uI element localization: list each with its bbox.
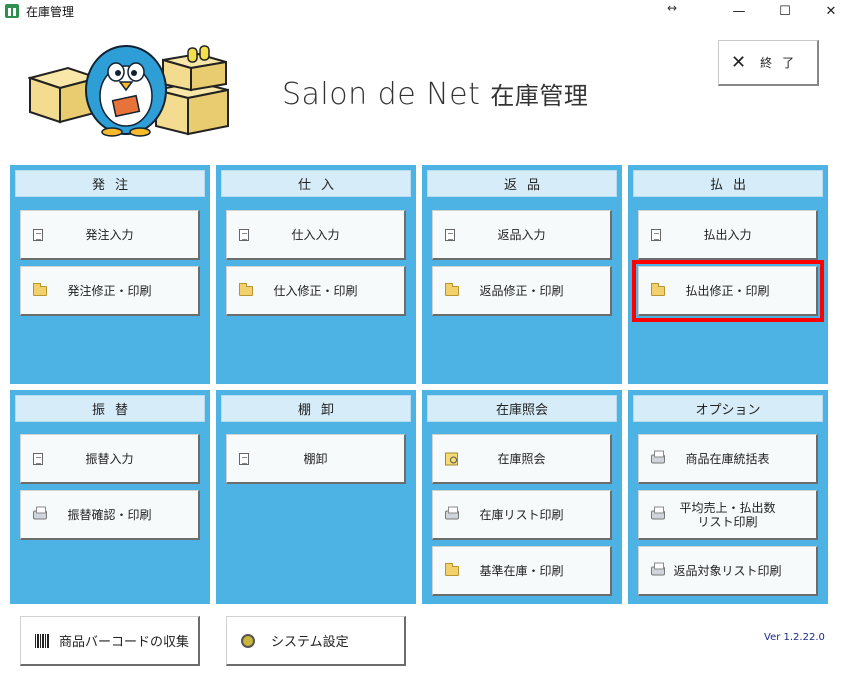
standard-stock-print-button[interactable]: 基準在庫・印刷 xyxy=(432,546,612,596)
penguin-icon xyxy=(85,45,167,137)
folder-icon xyxy=(445,562,459,576)
version-label: Ver 1.2.22.0 xyxy=(764,632,825,643)
document-icon xyxy=(445,228,455,241)
barcode-icon xyxy=(35,633,49,648)
order-entry-button[interactable]: 発注入力 xyxy=(20,210,200,260)
panel-inventory: 棚卸 棚卸 xyxy=(216,390,416,604)
folder-icon xyxy=(33,282,47,296)
barcode-collect-button[interactable]: 商品バーコードの収集 xyxy=(20,616,200,666)
maximize-button[interactable]: ☐ xyxy=(762,0,808,22)
resize-icon: ↔ xyxy=(667,1,678,15)
close-icon: ✕ xyxy=(731,52,747,73)
brand-subtitle: 在庫管理 xyxy=(490,82,589,110)
avg-sales-payout-list-print-button[interactable]: 平均売上・払出数 リスト印刷 xyxy=(638,490,818,540)
order-edit-print-button[interactable]: 発注修正・印刷 xyxy=(20,266,200,316)
document-icon xyxy=(33,452,43,465)
document-icon xyxy=(651,228,661,241)
payout-entry-button[interactable]: 払出入力 xyxy=(638,210,818,260)
panel-stock-inquiry: 在庫照会 在庫照会 在庫リスト印刷 基準在庫・印刷 xyxy=(422,390,622,604)
document-icon xyxy=(239,228,249,241)
brand-name: Salon de Net xyxy=(282,77,481,112)
title-bar: 在庫管理 ↔ — ☐ ✕ xyxy=(0,0,854,22)
panel-transfer: 振替 振替入力 振替確認・印刷 xyxy=(10,390,210,604)
payout-edit-print-button[interactable]: 払出修正・印刷 xyxy=(632,260,824,322)
printer-icon xyxy=(651,506,665,519)
stock-list-print-button[interactable]: 在庫リスト印刷 xyxy=(432,490,612,540)
panel-order-header: 発注 xyxy=(15,170,205,197)
folder-icon xyxy=(651,282,665,296)
purchase-entry-button[interactable]: 仕入入力 xyxy=(226,210,406,260)
panel-payout: 払出 払出入力 払出修正・印刷 xyxy=(628,165,828,384)
panel-purchase: 仕入 仕入入力 仕入修正・印刷 xyxy=(216,165,416,384)
panel-return-header: 返品 xyxy=(427,170,617,197)
panel-return: 返品 返品入力 返品修正・印刷 xyxy=(422,165,622,384)
printer-icon xyxy=(651,450,665,463)
panel-order: 発注 発注入力 発注修正・印刷 xyxy=(10,165,210,384)
panel-options: オプション 商品在庫統括表 平均売上・払出数 リスト印刷 返品対象リスト印刷 xyxy=(628,390,828,604)
transfer-entry-button[interactable]: 振替入力 xyxy=(20,434,200,484)
folder-icon xyxy=(239,282,253,296)
close-window-button[interactable]: ✕ xyxy=(808,0,854,22)
panel-purchase-header: 仕入 xyxy=(221,170,411,197)
exit-button[interactable]: ✕ 終了 xyxy=(718,40,819,86)
product-stock-summary-button[interactable]: 商品在庫統括表 xyxy=(638,434,818,484)
return-target-list-print-button[interactable]: 返品対象リスト印刷 xyxy=(638,546,818,596)
printer-icon xyxy=(445,506,459,519)
panel-inventory-header: 棚卸 xyxy=(221,395,411,422)
purchase-edit-print-button[interactable]: 仕入修正・印刷 xyxy=(226,266,406,316)
search-icon xyxy=(445,452,458,465)
panel-transfer-header: 振替 xyxy=(15,395,205,422)
panel-payout-header: 払出 xyxy=(633,170,823,197)
return-edit-print-button[interactable]: 返品修正・印刷 xyxy=(432,266,612,316)
minimize-button[interactable]: — xyxy=(716,0,762,22)
gear-icon xyxy=(241,633,255,648)
penguin-mascot-illustration xyxy=(28,45,229,137)
document-icon xyxy=(239,452,249,465)
printer-icon xyxy=(651,562,665,575)
panel-options-header: オプション xyxy=(633,395,823,422)
transfer-confirm-print-button[interactable]: 振替確認・印刷 xyxy=(20,490,200,540)
window-title: 在庫管理 xyxy=(26,5,75,19)
stock-inquiry-button[interactable]: 在庫照会 xyxy=(432,434,612,484)
inventory-count-button[interactable]: 棚卸 xyxy=(226,434,406,484)
document-icon xyxy=(33,228,43,241)
return-entry-button[interactable]: 返品入力 xyxy=(432,210,612,260)
brand-title: Salon de Net 在庫管理 xyxy=(282,76,588,112)
panel-stock-inquiry-header: 在庫照会 xyxy=(427,395,617,422)
system-settings-button[interactable]: システム設定 xyxy=(226,616,406,666)
exit-button-label: 終了 xyxy=(760,56,805,70)
printer-icon xyxy=(33,506,47,519)
app-icon xyxy=(5,4,19,18)
folder-icon xyxy=(445,282,459,296)
